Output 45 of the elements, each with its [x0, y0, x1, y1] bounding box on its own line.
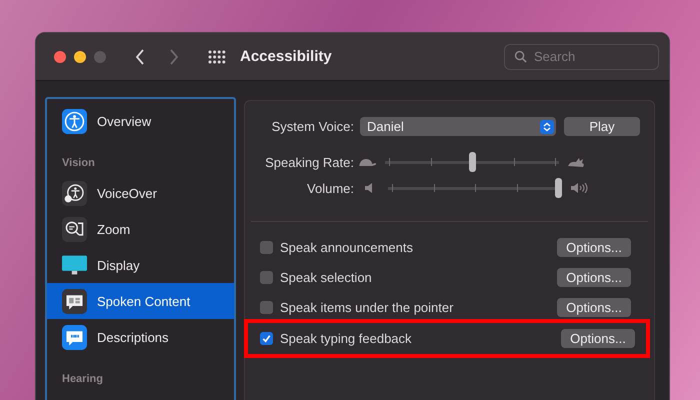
speaker-loud-icon	[571, 183, 588, 193]
checkbox[interactable]	[260, 270, 273, 284]
checkbox[interactable]	[260, 300, 273, 314]
slider-label: Volume:	[306, 180, 354, 196]
quote-bubble-icon	[62, 324, 87, 350]
section-heading: Vision	[61, 156, 96, 171]
checkbox-label: Speak selection	[280, 270, 372, 284]
checkbox-label: Speak announcements	[280, 240, 413, 254]
checkbox-label: Speak typing feedback	[280, 331, 412, 346]
slider-thumb[interactable]	[468, 152, 476, 172]
accessibility-icon	[62, 108, 87, 134]
options-button[interactable]: Options...	[557, 268, 631, 286]
display-icon	[62, 252, 87, 278]
close-button[interactable]	[54, 50, 66, 62]
sidebar-item[interactable]: Descriptions	[47, 319, 234, 355]
zoom-icon	[62, 216, 87, 242]
sidebar-item[interactable]: Spoken Content	[47, 283, 234, 319]
slider-thumb[interactable]	[554, 178, 562, 198]
rabbit-icon	[568, 158, 584, 166]
voice-dropdown[interactable]: Daniel	[360, 117, 556, 136]
checkbox-label: Speak items under the pointer	[280, 300, 454, 314]
sidebar-item[interactable]: Display	[47, 247, 234, 283]
section-heading: Hearing	[61, 372, 104, 387]
speech-bubble-icon	[62, 288, 87, 314]
stepper-icon	[540, 120, 554, 134]
sidebar-item[interactable]: VoiceOver	[47, 175, 234, 211]
voiceover-icon	[62, 180, 87, 206]
search-field[interactable]: Search	[504, 44, 659, 70]
sidebar-item[interactable]: Zoom	[47, 211, 234, 247]
back-icon[interactable]	[134, 46, 146, 66]
options-button[interactable]: Options...	[557, 298, 631, 316]
window-title: Accessibility	[240, 48, 332, 65]
search-icon	[514, 50, 527, 62]
options-button[interactable]: Options...	[561, 329, 635, 348]
field-label: System Voice:	[270, 119, 354, 134]
slider-label: Speaking Rate:	[264, 154, 354, 170]
play-button[interactable]: Play	[564, 117, 640, 136]
sidebar-item[interactable]: Overview	[47, 103, 234, 139]
speaker-icon	[365, 183, 372, 193]
checkbox[interactable]	[260, 240, 273, 254]
options-button[interactable]: Options...	[557, 238, 631, 256]
minimize-button[interactable]	[74, 50, 86, 62]
turtle-icon	[359, 158, 376, 166]
grid-icon[interactable]	[208, 50, 226, 64]
checkbox[interactable]	[260, 332, 273, 345]
